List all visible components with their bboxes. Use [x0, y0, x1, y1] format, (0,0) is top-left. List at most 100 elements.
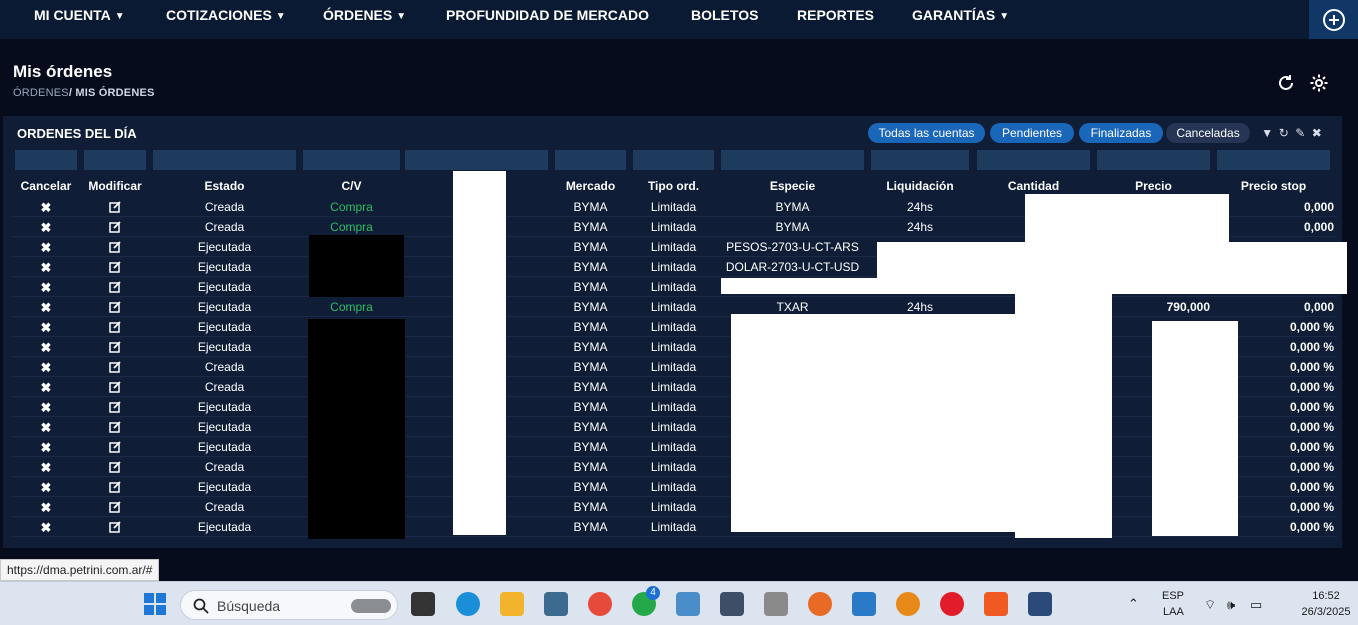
windows-start-icon[interactable] — [143, 592, 167, 616]
wifi-icon[interactable]: ⌔ — [1204, 597, 1216, 613]
col-precio-stop[interactable]: Precio stop — [1217, 179, 1330, 193]
filter-input[interactable] — [303, 150, 400, 170]
col-precio[interactable]: Precio — [1097, 179, 1210, 193]
col-cancelar[interactable]: Cancelar — [15, 179, 77, 193]
close-icon[interactable]: ✖ — [1311, 125, 1324, 141]
filter-input[interactable] — [84, 150, 146, 170]
chevron-up-icon[interactable]: ⌃ — [1128, 596, 1139, 612]
firefox-icon[interactable] — [808, 592, 832, 616]
filter-input[interactable] — [153, 150, 296, 170]
cancel-order-icon[interactable]: ✖ — [15, 460, 77, 476]
filter-pendientes[interactable]: Pendientes — [990, 123, 1074, 143]
nav-profundidad[interactable]: PROFUNDIDAD DE MERCADO — [446, 0, 649, 30]
filter-todas-cuentas[interactable]: Todas las cuentas — [868, 123, 985, 143]
filter-input[interactable] — [633, 150, 714, 170]
modify-order-icon[interactable] — [84, 500, 146, 516]
cancel-order-icon[interactable]: ✖ — [15, 420, 77, 436]
edge-icon[interactable] — [456, 592, 480, 616]
opera-icon[interactable] — [940, 592, 964, 616]
cancel-order-icon[interactable]: ✖ — [15, 300, 77, 316]
nav-reportes[interactable]: REPORTES — [797, 0, 874, 30]
nav-cotizaciones[interactable]: COTIZACIONES ▼ — [166, 0, 286, 30]
col-modificar[interactable]: Modificar — [84, 179, 146, 193]
search-icon — [193, 598, 209, 614]
remote-desktop-icon[interactable] — [1028, 592, 1052, 616]
nav-ordenes[interactable]: ÓRDENES ▼ — [323, 0, 406, 30]
filter-input[interactable] — [15, 150, 77, 170]
cancel-order-icon[interactable]: ✖ — [15, 520, 77, 536]
refresh-icon[interactable]: ↻ — [1278, 125, 1291, 141]
refresh-button[interactable] — [1276, 73, 1296, 93]
modify-order-icon[interactable] — [84, 380, 146, 396]
calculator-icon[interactable] — [720, 592, 744, 616]
cancel-order-icon[interactable]: ✖ — [15, 360, 77, 376]
terminal-icon[interactable] — [544, 592, 568, 616]
col-cantidad[interactable]: Cantidad — [977, 179, 1090, 193]
filter-icon[interactable]: ▼ — [1261, 125, 1274, 141]
filter-input[interactable] — [1217, 150, 1330, 170]
nav-mi-cuenta[interactable]: MI CUENTA ▼ — [34, 0, 125, 30]
chrome-icon[interactable] — [588, 592, 612, 616]
breadcrumb-parent[interactable]: ÓRDENES — [13, 87, 69, 99]
col-tipo-ord[interactable]: Tipo ord. — [633, 179, 714, 193]
modify-order-icon[interactable] — [84, 260, 146, 276]
modify-order-icon[interactable] — [84, 340, 146, 356]
filter-input[interactable] — [405, 150, 548, 170]
modify-order-icon[interactable] — [84, 220, 146, 236]
cancel-order-icon[interactable]: ✖ — [15, 200, 77, 216]
nav-boletos[interactable]: BOLETOS — [691, 0, 758, 30]
nav-garantias[interactable]: GARANTÍAS ▼ — [912, 0, 1009, 30]
modify-order-icon[interactable] — [84, 460, 146, 476]
photos-icon[interactable] — [676, 592, 700, 616]
cancel-order-icon[interactable]: ✖ — [15, 380, 77, 396]
filter-input[interactable] — [977, 150, 1090, 170]
filter-finalizadas[interactable]: Finalizadas — [1079, 123, 1163, 143]
add-button[interactable] — [1309, 0, 1358, 39]
cancel-order-icon[interactable]: ✖ — [15, 500, 77, 516]
filter-input[interactable] — [871, 150, 969, 170]
taskbar-search[interactable]: Búsqueda — [180, 590, 398, 620]
cancel-order-icon[interactable]: ✖ — [15, 320, 77, 336]
edit-icon[interactable]: ✎ — [1294, 125, 1307, 141]
cancel-order-icon[interactable]: ✖ — [15, 240, 77, 256]
modify-order-icon[interactable] — [84, 520, 146, 536]
cancel-order-icon[interactable]: ✖ — [15, 440, 77, 456]
cancel-order-icon[interactable]: ✖ — [15, 280, 77, 296]
filter-input[interactable] — [1097, 150, 1210, 170]
cancel-order-icon[interactable]: ✖ — [15, 400, 77, 416]
whatsapp-icon[interactable]: 4 — [632, 586, 660, 616]
folder-icon[interactable] — [500, 592, 524, 616]
battery-icon[interactable]: ▭ — [1250, 597, 1262, 613]
cancel-order-icon[interactable]: ✖ — [15, 480, 77, 496]
modify-order-icon[interactable] — [84, 280, 146, 296]
clock-time[interactable]: 16:52 — [1308, 590, 1344, 602]
microphone-icon[interactable] — [764, 592, 788, 616]
col-liquidacion[interactable]: Liquidación — [871, 179, 969, 193]
modify-order-icon[interactable] — [84, 300, 146, 316]
settings-button[interactable] — [1309, 73, 1329, 93]
modify-order-icon[interactable] — [84, 420, 146, 436]
modify-order-icon[interactable] — [84, 200, 146, 216]
task-view-icon[interactable] — [411, 592, 435, 616]
modify-order-icon[interactable] — [84, 440, 146, 456]
cancel-order-icon[interactable]: ✖ — [15, 220, 77, 236]
filter-input[interactable] — [555, 150, 626, 170]
brave-icon[interactable] — [984, 592, 1008, 616]
col-mercado[interactable]: Mercado — [555, 179, 626, 193]
filter-canceladas[interactable]: Canceladas — [1166, 123, 1250, 143]
lang-indicator[interactable]: ESP — [1162, 590, 1184, 602]
cancel-order-icon[interactable]: ✖ — [15, 340, 77, 356]
modify-order-icon[interactable] — [84, 480, 146, 496]
col-especie[interactable]: Especie — [721, 179, 864, 193]
modify-order-icon[interactable] — [84, 320, 146, 336]
col-estado[interactable]: Estado — [153, 179, 296, 193]
cancel-order-icon[interactable]: ✖ — [15, 260, 77, 276]
magnifier-icon[interactable] — [896, 592, 920, 616]
filter-input[interactable] — [721, 150, 864, 170]
notepad-icon[interactable] — [852, 592, 876, 616]
modify-order-icon[interactable] — [84, 360, 146, 376]
volume-icon[interactable]: 🕪 — [1227, 597, 1235, 613]
modify-order-icon[interactable] — [84, 240, 146, 256]
col-cv[interactable]: C/V — [303, 179, 400, 193]
modify-order-icon[interactable] — [84, 400, 146, 416]
